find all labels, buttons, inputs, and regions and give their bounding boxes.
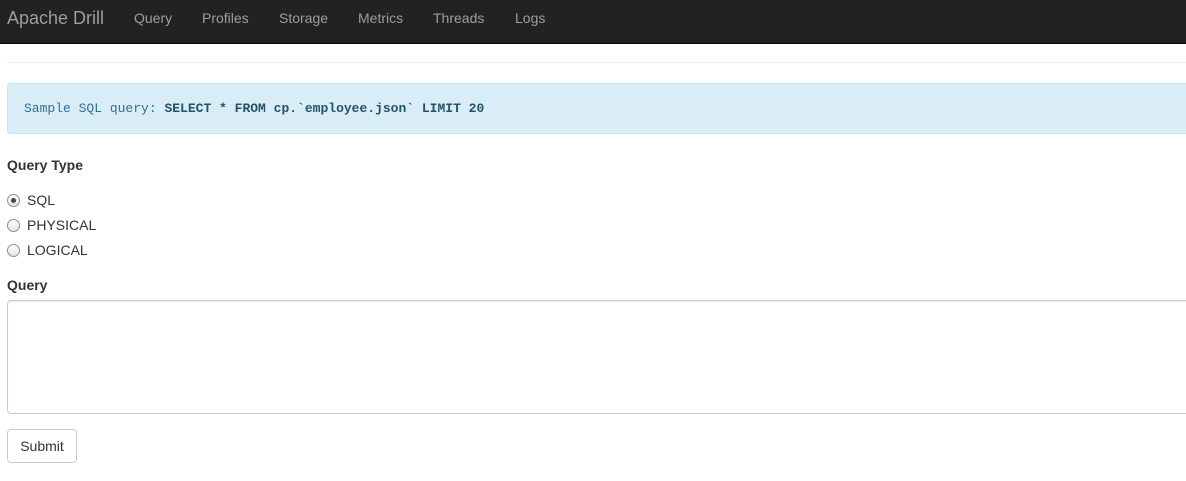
- radio-logical[interactable]: LOGICAL: [7, 241, 88, 259]
- nav-query[interactable]: Query: [134, 0, 172, 36]
- nav-logs[interactable]: Logs: [515, 0, 545, 36]
- top-navbar: Apache Drill Query Profiles Storage Metr…: [0, 0, 1186, 44]
- alert-sample-sql: SELECT * FROM cp.`employee.json` LIMIT 2…: [164, 101, 485, 116]
- query-type-label: Query Type: [7, 157, 83, 173]
- radio-logical-label: LOGICAL: [27, 242, 88, 258]
- brand-link[interactable]: Apache Drill: [7, 0, 104, 36]
- alert-prefix: Sample SQL query:: [24, 101, 165, 116]
- nav-threads[interactable]: Threads: [433, 0, 484, 36]
- radio-physical-label: PHYSICAL: [27, 217, 97, 233]
- nav-storage[interactable]: Storage: [279, 0, 328, 36]
- nav-profiles[interactable]: Profiles: [202, 0, 249, 36]
- sample-query-alert: Sample SQL query: SELECT * FROM cp.`empl…: [7, 83, 1186, 134]
- submit-button[interactable]: Submit: [7, 429, 77, 463]
- radio-logical-button[interactable]: [7, 243, 20, 257]
- nav-metrics[interactable]: Metrics: [358, 0, 403, 36]
- query-label: Query: [7, 277, 48, 293]
- query-textarea[interactable]: [7, 300, 1186, 414]
- radio-sql[interactable]: SQL: [7, 191, 55, 209]
- radio-sql-button[interactable]: [7, 193, 20, 207]
- radio-sql-label: SQL: [27, 192, 56, 208]
- radio-physical[interactable]: PHYSICAL: [7, 216, 96, 234]
- radio-physical-button[interactable]: [7, 218, 20, 232]
- page-divider: [7, 62, 1186, 63]
